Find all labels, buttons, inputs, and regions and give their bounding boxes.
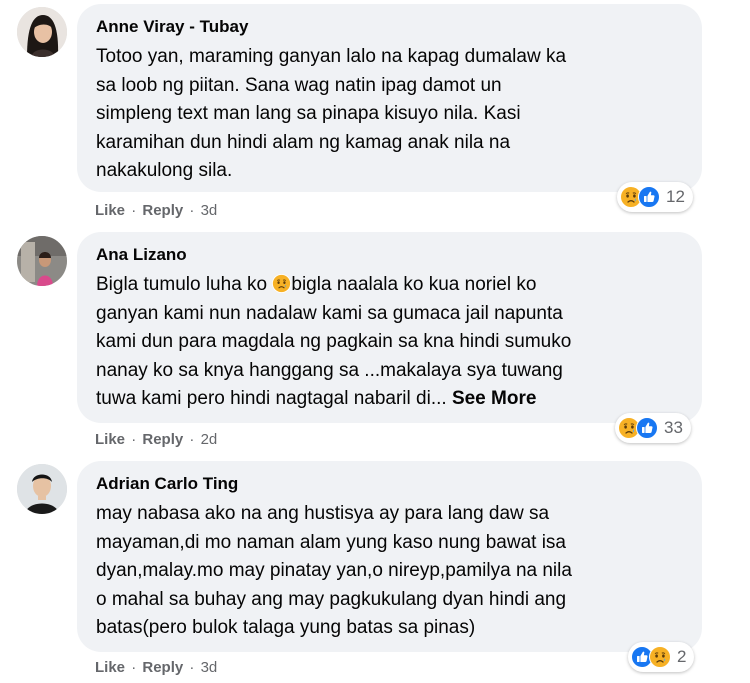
comment-line: Bigla tumulo luha ko bigla naalala ko ku… [96, 271, 682, 300]
reactions-summary[interactable]: 33 [615, 413, 691, 443]
avatar[interactable] [17, 7, 67, 57]
comment-actions: Like · Reply · 3d [95, 201, 217, 221]
reactions-summary[interactable]: 12 [617, 182, 693, 212]
separator: · [189, 431, 195, 448]
like-icon [636, 417, 658, 439]
comment-actions: Like · Reply · 2d [95, 430, 217, 450]
like-icon [638, 186, 660, 208]
separator: · [131, 659, 137, 676]
comment-line-text: bigla naalala ko kua noriel ko [291, 274, 537, 295]
reaction-count: 12 [666, 187, 685, 206]
comment-line: mayaman,di mo naman alam yung kaso nung … [96, 531, 566, 553]
see-more-link[interactable]: See More [452, 388, 536, 409]
separator: · [131, 202, 137, 219]
avatar[interactable] [17, 464, 67, 514]
comment-line-text: Bigla tumulo luha ko [96, 274, 273, 295]
comment-timestamp[interactable]: 3d [201, 659, 218, 676]
avatar[interactable] [17, 236, 67, 286]
separator: · [131, 431, 137, 448]
like-button[interactable]: Like [95, 431, 125, 448]
comment-line: nakakulong sila. [96, 160, 233, 181]
comment-line: tuwa kami pero hindi nagtagal nabaril di… [96, 385, 682, 414]
reply-button[interactable]: Reply [142, 431, 183, 448]
comment-line-text: tuwa kami pero hindi nagtagal nabaril di… [96, 388, 447, 409]
comment-line: ganyan kami nun nadalaw kami sa gumaca j… [96, 302, 563, 324]
comment-actions: Like · Reply · 3d [95, 658, 217, 678]
sad-icon [649, 646, 671, 668]
comment-line: kami dun para magdala ng pagkain sa kna … [96, 331, 572, 352]
comment-line: simpleng text man lang sa pinapa kisuyo … [96, 103, 521, 124]
author-name[interactable]: Ana Lizano [96, 244, 682, 266]
reactions-summary[interactable]: 2 [628, 642, 695, 672]
comment-line: nanay ko sa knya hanggang sa ...makalaya… [96, 359, 563, 381]
reaction-count: 2 [677, 647, 687, 666]
author-name[interactable]: Adrian Carlo Ting [96, 473, 682, 495]
comment-line: karamihan dun hindi alam ng kamag anak n… [96, 131, 511, 153]
reaction-count: 33 [664, 418, 683, 437]
comment-line: dyan,malay.mo may pinatay yan,o nireyp,p… [96, 560, 572, 581]
comment-timestamp[interactable]: 3d [201, 202, 218, 219]
comment-line: sa loob ng piitan. Sana wag natin ipag d… [96, 74, 502, 96]
comment-text: Totoo yan, maraming ganyan lalo na kapag… [96, 43, 682, 186]
reply-button[interactable]: Reply [142, 202, 183, 219]
separator: · [189, 202, 195, 219]
comment-line: may nabasa ako na ang hustisya ay para l… [96, 503, 550, 524]
crying-face-icon [272, 274, 291, 293]
comment-text: may nabasa ako na ang hustisya ay para l… [96, 500, 682, 643]
like-button[interactable]: Like [95, 202, 125, 219]
comment-bubble: Adrian Carlo Ting may nabasa ako na ang … [77, 461, 702, 652]
comment-bubble: Ana Lizano Bigla tumulo luha ko bigla na… [77, 232, 702, 423]
author-name[interactable]: Anne Viray - Tubay [96, 16, 682, 38]
separator: · [189, 659, 195, 676]
reply-button[interactable]: Reply [142, 659, 183, 676]
comment-text: Bigla tumulo luha ko bigla naalala ko ku… [96, 271, 682, 414]
comment-timestamp[interactable]: 2d [201, 431, 218, 448]
comment-line: batas(pero bulok talaga yung batas sa pi… [96, 617, 476, 638]
comment-line: o mahal sa buhay ang may pagkukulang dya… [96, 588, 567, 610]
like-button[interactable]: Like [95, 659, 125, 676]
comment-line: Totoo yan, maraming ganyan lalo na kapag… [96, 46, 567, 67]
comment-bubble: Anne Viray - Tubay Totoo yan, maraming g… [77, 4, 702, 192]
